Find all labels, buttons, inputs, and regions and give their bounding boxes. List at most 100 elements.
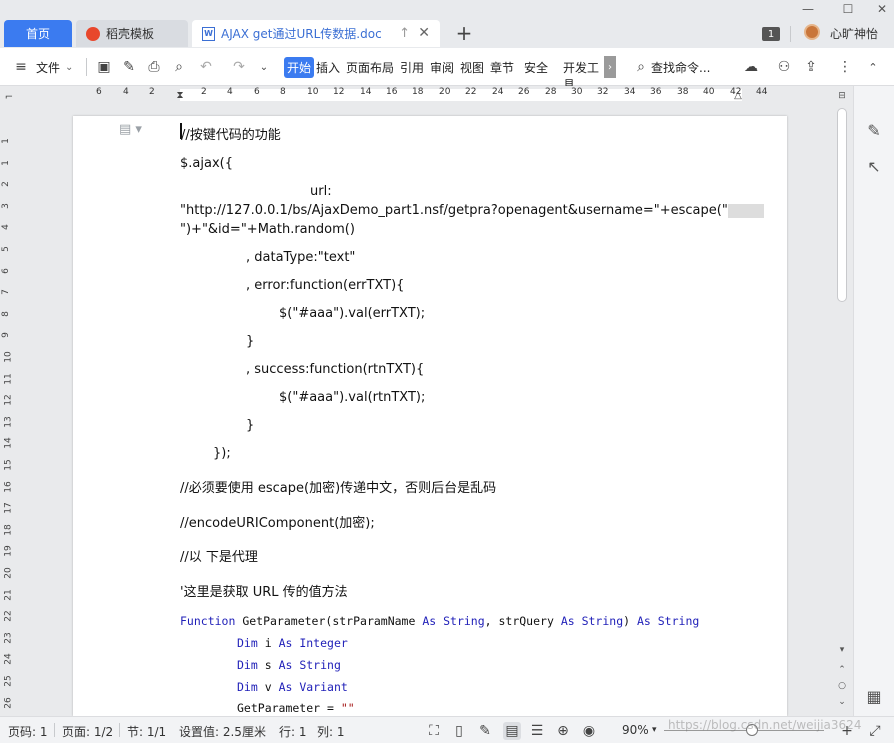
edit-pen-icon[interactable]: ✎ bbox=[864, 120, 884, 140]
ruler-tick-label: 22 bbox=[465, 87, 477, 97]
divider bbox=[54, 723, 55, 737]
share-icon[interactable]: ⇪ bbox=[802, 58, 820, 76]
pin-icon[interactable]: ↑ bbox=[399, 26, 410, 41]
more-options-icon[interactable]: ⋮ bbox=[836, 58, 854, 76]
close-window-icon[interactable]: ✕ bbox=[870, 0, 894, 18]
next-page-icon[interactable]: ⌄ bbox=[836, 696, 848, 708]
minimize-icon[interactable]: — bbox=[796, 0, 820, 18]
doc-line: , error:function(errTXT){ bbox=[246, 278, 405, 293]
vruler-tick-label: 1 bbox=[0, 159, 11, 166]
page-number[interactable]: 页码: 1 bbox=[8, 723, 48, 740]
doc-line: } bbox=[246, 418, 255, 433]
expand-icon[interactable]: ⤢ bbox=[866, 722, 884, 740]
avatar[interactable] bbox=[804, 24, 820, 40]
doc-line: //以 下是代理 bbox=[180, 550, 258, 565]
more-tabs-button[interactable]: › bbox=[604, 56, 616, 78]
window-count-badge[interactable]: 1 bbox=[762, 27, 780, 41]
file-menu[interactable]: 文件 ⌄ bbox=[36, 59, 73, 76]
maximize-icon[interactable]: ☐ bbox=[836, 0, 860, 18]
code-line: Dim v As Variant bbox=[237, 680, 348, 694]
scrollbar-thumb[interactable] bbox=[837, 108, 847, 302]
write-mode-icon[interactable]: ✎ bbox=[476, 722, 494, 740]
tab-insert[interactable]: 插入 bbox=[316, 59, 340, 76]
tab-security[interactable]: 安全 bbox=[524, 59, 548, 76]
command-search[interactable]: 查找命令... bbox=[651, 59, 710, 76]
tab-stop-icon[interactable]: ⌐ bbox=[0, 88, 18, 106]
ruler-tick-label: 38 bbox=[677, 87, 689, 97]
tab-section[interactable]: 章节 bbox=[490, 59, 514, 76]
daoke-icon bbox=[86, 26, 100, 41]
vruler-tick-label: 19 bbox=[3, 545, 14, 558]
vruler-tick-label: 26 bbox=[3, 696, 14, 709]
vruler-tick-label: 16 bbox=[3, 480, 14, 493]
select-pointer-icon[interactable]: ↖ bbox=[864, 156, 884, 176]
scroll-top-icon[interactable]: ⊟ bbox=[836, 90, 848, 102]
read-mode-icon[interactable]: ▯ bbox=[450, 722, 468, 740]
ruler-tick-label: 6 bbox=[96, 87, 102, 97]
redacted-area bbox=[727, 203, 764, 218]
collaborate-icon[interactable]: ⚇ bbox=[775, 58, 793, 76]
tab-start[interactable]: 开始 bbox=[284, 57, 315, 78]
ruler-tick-label: 32 bbox=[597, 87, 609, 97]
customize-dropdown-icon[interactable]: ⌄ bbox=[255, 58, 273, 76]
print-icon[interactable]: ⎙ bbox=[145, 58, 163, 76]
section-count[interactable]: 节: 1/1 bbox=[127, 723, 166, 740]
vruler-tick-label: 15 bbox=[3, 459, 14, 471]
doc-line: , dataType:"text" bbox=[246, 250, 356, 265]
scroll-down-icon[interactable]: ▾ bbox=[836, 644, 848, 656]
code-line: Function GetParameter(strParamName As St… bbox=[180, 614, 700, 628]
setting-value[interactable]: 设置值: 2.5厘米 bbox=[179, 723, 266, 740]
zoom-level[interactable]: 90% bbox=[622, 723, 649, 737]
tab-review[interactable]: 审阅 bbox=[430, 59, 454, 76]
redo-icon[interactable]: ↷ bbox=[230, 58, 248, 76]
tab-page-layout[interactable]: 页面布局 bbox=[346, 59, 394, 76]
web-view-icon[interactable]: ⊕ bbox=[554, 722, 572, 740]
page-count[interactable]: 页面: 1/2 bbox=[62, 723, 113, 740]
username[interactable]: 心旷神怡 bbox=[830, 25, 878, 42]
undo-icon[interactable]: ↶ bbox=[197, 58, 215, 76]
column-number[interactable]: 列: 1 bbox=[317, 723, 345, 740]
prev-page-icon[interactable]: ⌃ bbox=[836, 664, 848, 676]
tab-references[interactable]: 引用 bbox=[400, 59, 424, 76]
tab-home[interactable]: 首页 bbox=[4, 20, 72, 47]
print-preview-icon[interactable]: ⌕ bbox=[170, 58, 188, 76]
ruler-tick-label: 10 bbox=[307, 87, 319, 97]
select-browse-icon[interactable]: ○ bbox=[836, 680, 848, 692]
tab-daoke-label: 稻壳模板 bbox=[106, 27, 155, 41]
ruler-tick-label: 36 bbox=[650, 87, 662, 97]
cloud-sync-icon[interactable]: ☁ bbox=[742, 58, 760, 76]
doc-line: $.ajax({ bbox=[180, 156, 233, 171]
close-tab-icon[interactable]: ✕ bbox=[418, 25, 430, 41]
doc-line: , success:function(rtnTXT){ bbox=[246, 362, 425, 377]
new-tab-button[interactable]: + bbox=[452, 21, 476, 45]
ruler-tick-label: 4 bbox=[227, 87, 233, 97]
collapse-ribbon-icon[interactable]: ⌃ bbox=[864, 58, 882, 76]
eye-protection-icon[interactable]: ◉ bbox=[580, 722, 598, 740]
vruler-tick-label: 4 bbox=[0, 224, 11, 231]
grid-apps-icon[interactable]: ▦ bbox=[864, 686, 884, 706]
indent-marker-icon[interactable]: ⧗ bbox=[171, 86, 189, 104]
document-page[interactable]: ▤ ▾ //按键代码的功能 $.ajax({ url: "http://127.… bbox=[73, 116, 787, 716]
row-number[interactable]: 行: 1 bbox=[279, 723, 307, 740]
doc-line: $("#aaa").val(errTXT); bbox=[279, 306, 426, 321]
vruler-tick-label: 24 bbox=[3, 653, 14, 666]
outline-view-icon[interactable]: ☰ bbox=[528, 722, 546, 740]
divider bbox=[86, 58, 87, 76]
fullscreen-icon[interactable]: ⛶ bbox=[425, 722, 443, 740]
menu-icon[interactable]: ≡ bbox=[12, 58, 30, 76]
right-indent-marker-icon[interactable]: △ bbox=[729, 86, 747, 104]
vruler-tick-label: 21 bbox=[3, 588, 14, 601]
tab-document[interactable]: W AJAX get通过URL传数据.doc ↑ ✕ bbox=[192, 20, 440, 47]
save-icon[interactable]: ▣ bbox=[95, 58, 113, 76]
vruler-tick-label: 2 bbox=[0, 181, 11, 188]
paragraph-marker-icon[interactable]: ▤ ▾ bbox=[119, 122, 142, 137]
divider bbox=[790, 26, 791, 42]
search-icon[interactable]: ⌕ bbox=[632, 58, 650, 76]
tab-daoke-templates[interactable]: 稻壳模板 bbox=[76, 20, 188, 47]
page-view-icon[interactable]: ▤ bbox=[503, 722, 521, 740]
tab-bar: 首页 稻壳模板 W AJAX get通过URL传数据.doc ↑ ✕ + — ☐… bbox=[0, 0, 894, 48]
ribbon-toolbar: ≡ 文件 ⌄ ▣ ✎ ⎙ ⌕ ↶ ↷ ⌄ 开始 插入 页面布局 引用 审阅 视图 … bbox=[0, 48, 894, 92]
tab-view[interactable]: 视图 bbox=[460, 59, 484, 76]
zoom-dropdown-icon[interactable]: ▾ bbox=[652, 725, 657, 735]
format-painter-icon[interactable]: ✎ bbox=[120, 58, 138, 76]
